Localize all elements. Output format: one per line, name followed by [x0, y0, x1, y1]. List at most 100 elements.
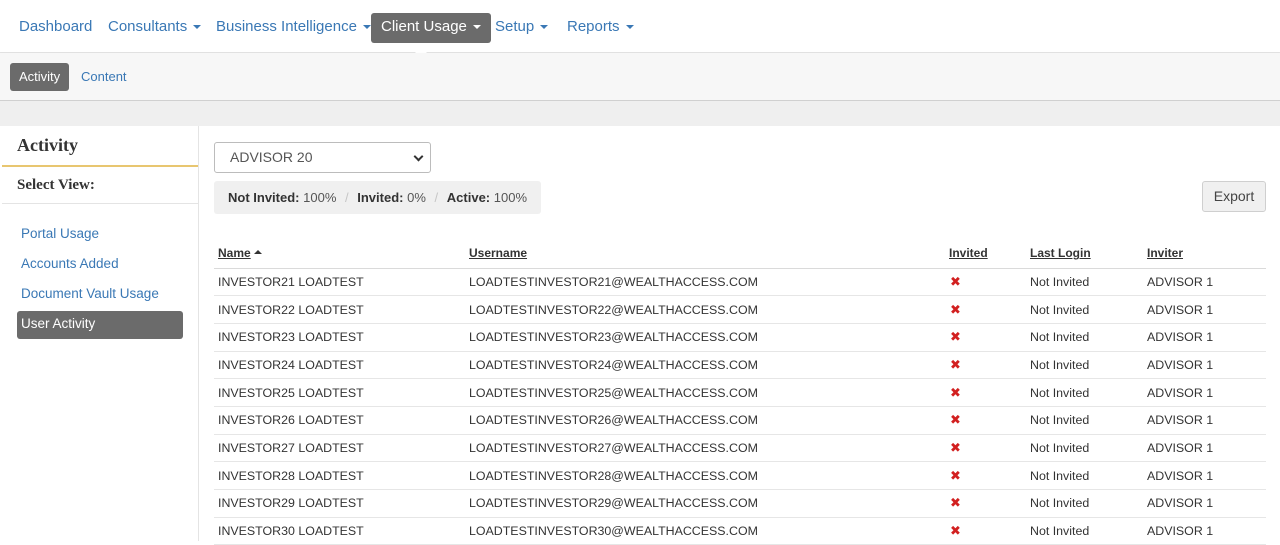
table-row: INVESTOR21 LOADTEST LOADTESTINVESTOR21@W… — [214, 268, 1266, 297]
column-header-label: Username — [469, 246, 528, 261]
nav-setup-label: Setup — [495, 18, 535, 35]
cell-name: INVESTOR22 LOADTEST — [214, 295, 465, 324]
subnav-content[interactable]: Content — [72, 63, 136, 91]
caret-down-icon — [540, 25, 549, 30]
column-header-label: Last Login — [1030, 246, 1091, 261]
sidebar-item-user-activity[interactable]: User Activity — [17, 311, 183, 339]
cell-last-login: Not Invited — [1026, 434, 1143, 463]
nav-reports-label: Reports — [567, 18, 620, 35]
nav-consultants[interactable]: Consultants — [98, 13, 211, 43]
column-header-inviter[interactable]: Inviter — [1143, 239, 1266, 269]
column-header-name[interactable]: Name — [214, 239, 465, 269]
stat-not-invited-label: Not Invited: — [228, 190, 300, 205]
cell-last-login: Not Invited — [1026, 295, 1143, 324]
cell-last-login: Not Invited — [1026, 351, 1143, 380]
advisor-select[interactable]: ADVISOR 20 — [214, 142, 431, 173]
stat-separator: / — [434, 190, 439, 205]
table-row: INVESTOR23 LOADTEST LOADTESTINVESTOR23@W… — [214, 323, 1266, 352]
cell-inviter: ADVISOR 1 — [1143, 323, 1266, 352]
user-activity-table: Name Username Invited Last Login Inviter… — [214, 239, 1266, 545]
sidebar-item-label: Accounts Added — [21, 256, 119, 271]
export-button[interactable]: Export — [1202, 181, 1266, 212]
x-mark-icon: ✖ — [950, 523, 961, 539]
sidebar-item-document-vault-usage[interactable]: Document Vault Usage — [17, 281, 183, 309]
cell-last-login: Not Invited — [1026, 406, 1143, 435]
top-navigation: Dashboard Consultants Business Intellige… — [0, 0, 1280, 53]
cell-username: LOADTESTINVESTOR27@WEALTHACCESS.COM — [465, 434, 945, 463]
x-mark-icon: ✖ — [950, 412, 961, 428]
x-mark-icon: ✖ — [950, 329, 961, 345]
cell-username: LOADTESTINVESTOR24@WEALTHACCESS.COM — [465, 351, 945, 380]
nav-business-intelligence-label: Business Intelligence — [216, 18, 357, 35]
table-row: INVESTOR24 LOADTEST LOADTESTINVESTOR24@W… — [214, 351, 1266, 380]
cell-inviter: ADVISOR 1 — [1143, 489, 1266, 518]
cell-inviter: ADVISOR 1 — [1143, 434, 1266, 463]
cell-name: INVESTOR23 LOADTEST — [214, 323, 465, 352]
cell-username: LOADTESTINVESTOR28@WEALTHACCESS.COM — [465, 461, 945, 490]
x-mark-icon: ✖ — [950, 467, 961, 483]
sub-navigation: Activity Content — [0, 53, 1280, 101]
nav-client-usage-label: Client Usage — [381, 18, 467, 35]
cell-username: LOADTESTINVESTOR26@WEALTHACCESS.COM — [465, 406, 945, 435]
cell-username: LOADTESTINVESTOR23@WEALTHACCESS.COM — [465, 323, 945, 352]
stat-separator: / — [345, 190, 349, 205]
invite-stats-bar: Not Invited: 100% / Invited: 0% / Active… — [214, 181, 542, 214]
cell-username: LOADTESTINVESTOR29@WEALTHACCESS.COM — [465, 489, 945, 518]
main-content: ADVISOR 20 Not Invited: 100% / Invited: … — [199, 126, 1280, 545]
stat-invited-label: Invited: — [357, 190, 404, 205]
stat-active-value: 100% — [493, 190, 528, 205]
nav-setup[interactable]: Setup — [485, 13, 558, 43]
stat-not-invited-value: 100% — [303, 190, 337, 205]
sidebar: Activity Select View: Portal Usage Accou… — [2, 126, 199, 541]
sidebar-item-portal-usage[interactable]: Portal Usage — [17, 221, 183, 249]
nav-dashboard-label: Dashboard — [19, 18, 93, 35]
table-row: INVESTOR27 LOADTEST LOADTESTINVESTOR27@W… — [214, 434, 1266, 463]
cell-name: INVESTOR29 LOADTEST — [214, 489, 465, 518]
sidebar-title: Activity — [2, 126, 198, 167]
cell-inviter: ADVISOR 1 — [1143, 351, 1266, 380]
sidebar-item-label: Document Vault Usage — [21, 286, 159, 301]
cell-name: INVESTOR26 LOADTEST — [214, 406, 465, 435]
cell-inviter: ADVISOR 1 — [1143, 461, 1266, 490]
table-row: INVESTOR26 LOADTEST LOADTESTINVESTOR26@W… — [214, 406, 1266, 435]
column-header-label: Inviter — [1147, 246, 1184, 261]
caret-down-icon — [193, 25, 202, 30]
x-mark-icon: ✖ — [950, 356, 961, 372]
cell-last-login: Not Invited — [1026, 323, 1143, 352]
cell-username: LOADTESTINVESTOR25@WEALTHACCESS.COM — [465, 378, 945, 407]
subnav-content-label: Content — [81, 69, 127, 84]
sort-up-icon — [253, 250, 262, 255]
chevron-down-icon — [413, 151, 424, 162]
cell-last-login: Not Invited — [1026, 268, 1143, 297]
nav-reports[interactable]: Reports — [557, 13, 644, 43]
column-header-username[interactable]: Username — [465, 239, 945, 269]
sidebar-item-label: Portal Usage — [21, 226, 100, 241]
cell-username: LOADTESTINVESTOR22@WEALTHACCESS.COM — [465, 295, 945, 324]
table-row: INVESTOR29 LOADTEST LOADTESTINVESTOR29@W… — [214, 489, 1266, 518]
table-row: INVESTOR28 LOADTEST LOADTESTINVESTOR28@W… — [214, 461, 1266, 490]
column-header-invited[interactable]: Invited — [945, 239, 1026, 269]
caret-down-icon — [625, 25, 634, 30]
cell-name: INVESTOR21 LOADTEST — [214, 268, 465, 297]
sidebar-subtitle: Select View: — [2, 167, 198, 204]
cell-username: LOADTESTINVESTOR21@WEALTHACCESS.COM — [465, 268, 945, 297]
nav-business-intelligence[interactable]: Business Intelligence — [206, 13, 381, 43]
column-header-label: Invited — [949, 246, 988, 261]
stat-active-label: Active: — [446, 190, 491, 205]
cell-inviter: ADVISOR 1 — [1143, 378, 1266, 407]
cell-inviter: ADVISOR 1 — [1143, 406, 1266, 435]
column-header-last-login[interactable]: Last Login — [1026, 239, 1143, 269]
sidebar-item-accounts-added[interactable]: Accounts Added — [17, 251, 183, 279]
x-mark-icon: ✖ — [950, 384, 961, 400]
cell-name: INVESTOR27 LOADTEST — [214, 434, 465, 463]
nav-client-usage[interactable]: Client Usage — [371, 13, 491, 43]
table-row: INVESTOR25 LOADTEST LOADTESTINVESTOR25@W… — [214, 378, 1266, 407]
column-header-label: Name — [218, 246, 251, 261]
nav-dashboard[interactable]: Dashboard — [9, 13, 102, 43]
cell-name: INVESTOR28 LOADTEST — [214, 461, 465, 490]
cell-inviter: ADVISOR 1 — [1143, 295, 1266, 324]
table-row: INVESTOR22 LOADTEST LOADTESTINVESTOR22@W… — [214, 295, 1266, 324]
x-mark-icon: ✖ — [950, 273, 961, 289]
subnav-activity[interactable]: Activity — [10, 63, 70, 91]
cell-inviter: ADVISOR 1 — [1143, 268, 1266, 297]
